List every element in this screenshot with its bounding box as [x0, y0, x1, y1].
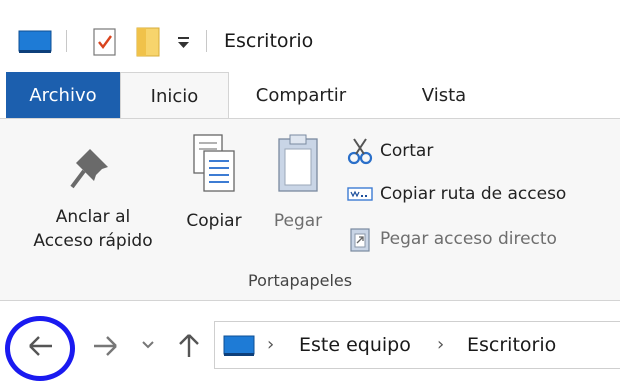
ribbon-panel: Anclar al Acceso rápido Copiar Pegar Cor…	[0, 118, 620, 301]
properties-check-icon[interactable]	[92, 27, 118, 57]
cut-label: Cortar	[380, 141, 434, 161]
ribbon-tabs: Archivo Inicio Compartir Vista	[0, 72, 620, 120]
pin-icon	[70, 149, 108, 189]
dropdown-arrow-icon[interactable]	[176, 34, 192, 50]
forward-arrow-icon[interactable]	[90, 333, 120, 359]
paste-icon	[278, 134, 318, 192]
back-arrow-icon[interactable]	[26, 333, 56, 359]
copy-button[interactable]: Copiar	[176, 133, 252, 233]
copy-label: Copiar	[186, 211, 242, 231]
paste-shortcut-label: Pegar acceso directo	[380, 229, 557, 249]
copy-icon	[193, 134, 235, 192]
group-label-clipboard: Portapapeles	[248, 271, 353, 290]
monitor-icon	[223, 335, 255, 356]
recent-chevron-icon[interactable]	[140, 339, 156, 351]
paste-label: Pegar	[273, 211, 323, 231]
breadcrumb-chevron-icon[interactable]: ›	[267, 334, 274, 355]
pin-label-line2: Acceso rápido	[33, 231, 153, 251]
address-bar[interactable]: › Este equipo › Escritorio	[214, 321, 620, 369]
breadcrumb-chevron-icon[interactable]: ›	[437, 334, 444, 355]
window-title: Escritorio	[224, 30, 314, 52]
title-bar: Escritorio	[0, 0, 620, 70]
paste-button[interactable]: Pegar	[262, 133, 334, 233]
copy-path-button[interactable]: Copiar ruta de acceso	[346, 181, 566, 207]
breadcrumb-escritorio[interactable]: Escritorio	[467, 334, 556, 356]
copy-path-icon	[347, 187, 373, 201]
tab-inicio[interactable]: Inicio	[120, 72, 229, 120]
up-arrow-icon[interactable]	[176, 331, 202, 361]
copy-path-label: Copiar ruta de acceso	[380, 184, 567, 204]
monitor-icon[interactable]	[18, 30, 52, 54]
tab-compartir[interactable]: Compartir	[238, 72, 364, 119]
tab-archivo[interactable]: Archivo	[6, 72, 120, 119]
tab-vista[interactable]: Vista	[394, 72, 494, 119]
paste-shortcut-icon	[350, 228, 370, 252]
cut-button[interactable]: Cortar	[346, 137, 433, 165]
pin-label-line1: Anclar al	[55, 207, 131, 227]
pin-to-quick-access-button[interactable]: Anclar al Acceso rápido	[18, 141, 168, 253]
toolbar-separator	[206, 30, 207, 52]
breadcrumb-este-equipo[interactable]: Este equipo	[299, 334, 411, 356]
navigation-bar: › Este equipo › Escritorio	[0, 303, 620, 383]
scissors-icon	[347, 138, 373, 165]
paste-shortcut-button[interactable]: Pegar acceso directo	[346, 225, 557, 253]
toolbar-separator	[66, 30, 67, 52]
folder-icon[interactable]	[135, 26, 163, 58]
